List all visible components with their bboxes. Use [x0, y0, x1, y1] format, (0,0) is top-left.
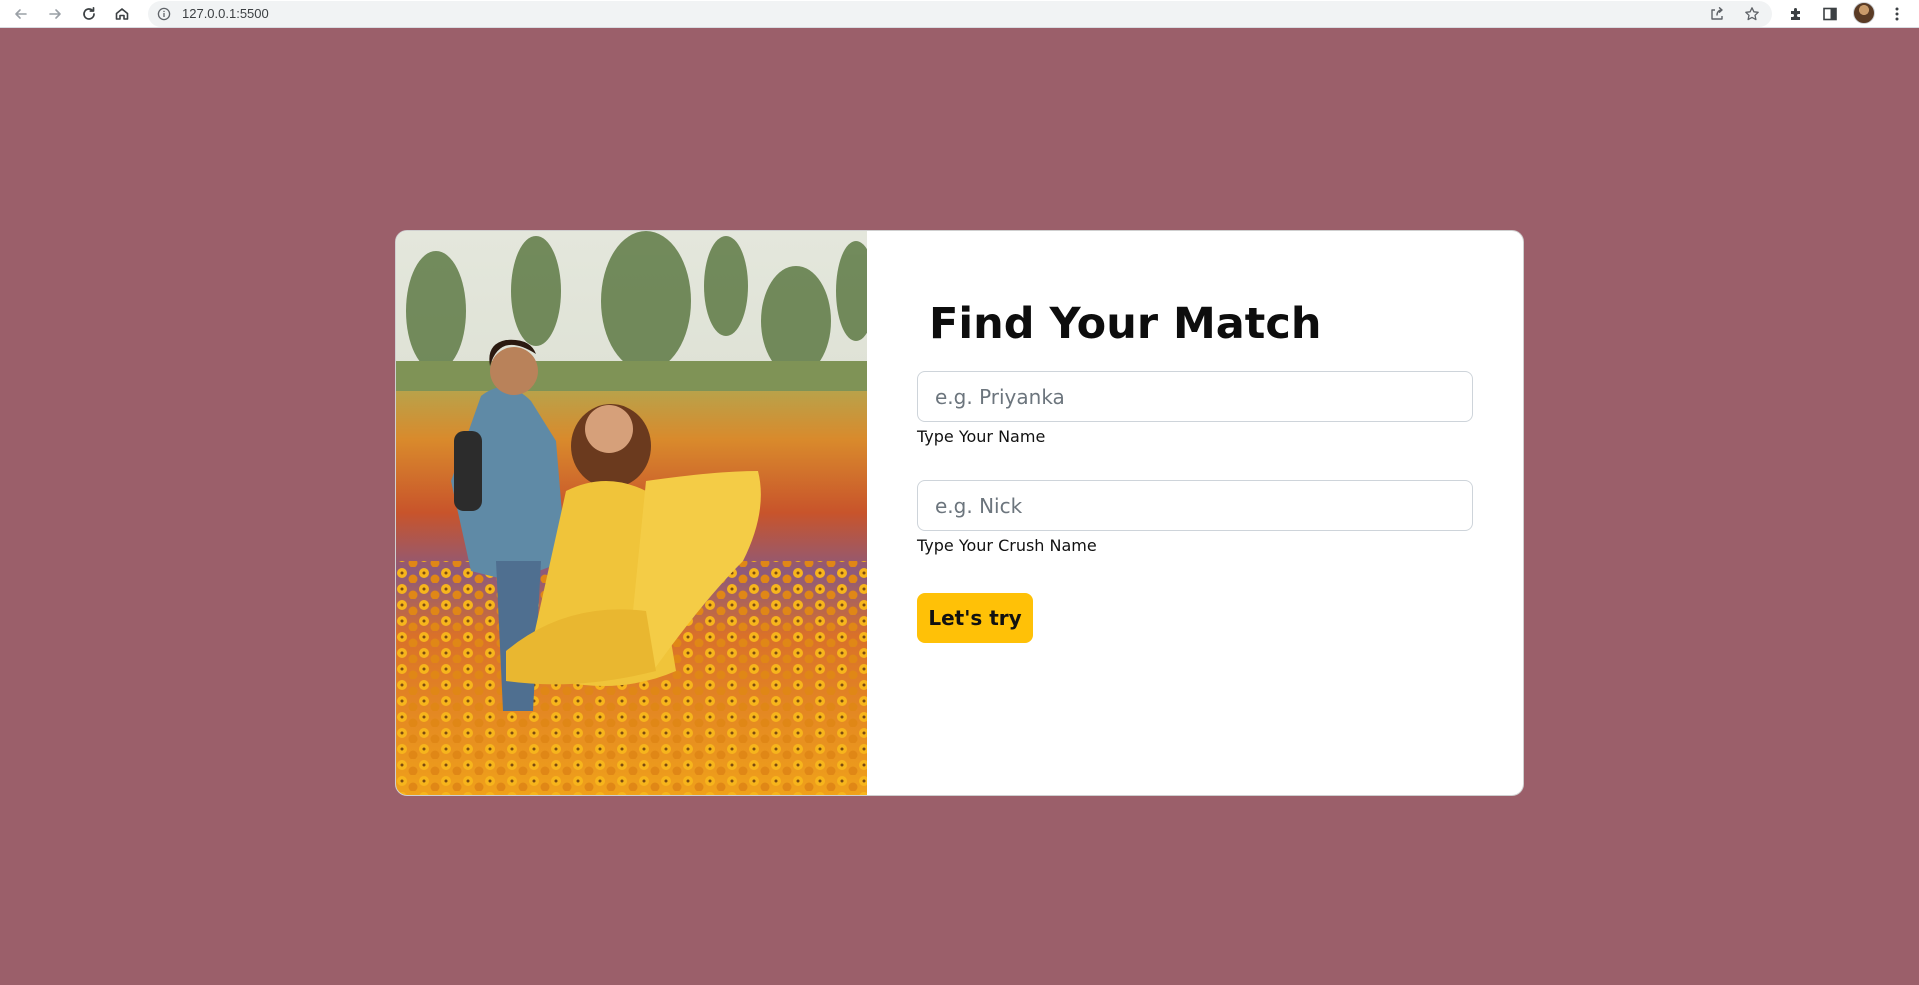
- name-input[interactable]: [917, 371, 1473, 422]
- couple-photo: [396, 231, 867, 795]
- bookmark-star-icon[interactable]: [1744, 6, 1760, 22]
- browser-toolbar: 127.0.0.1:5500: [0, 0, 1919, 28]
- reload-button[interactable]: [78, 3, 100, 25]
- url-text[interactable]: 127.0.0.1:5500: [182, 6, 269, 21]
- reload-icon: [83, 6, 95, 20]
- crush-name-hint-label: Type Your Crush Name: [917, 536, 1097, 555]
- forward-icon: [49, 9, 61, 19]
- address-bar[interactable]: 127.0.0.1:5500: [148, 1, 1772, 27]
- back-icon: [15, 9, 27, 19]
- back-button[interactable]: [10, 3, 32, 25]
- profile-avatar[interactable]: [1853, 2, 1875, 24]
- match-card: Find Your Match Type Your Name Type Your…: [395, 230, 1524, 796]
- home-icon: [115, 8, 129, 20]
- lets-try-button[interactable]: Let's try: [917, 593, 1033, 643]
- share-icon[interactable]: [1709, 6, 1725, 22]
- extensions-button[interactable]: [1785, 3, 1807, 25]
- crush-name-input[interactable]: [917, 480, 1473, 531]
- side-panel-button[interactable]: [1819, 3, 1841, 25]
- side-panel-icon: [1823, 7, 1837, 21]
- forward-button[interactable]: [44, 3, 66, 25]
- extensions-icon: [1791, 8, 1800, 20]
- page-title: Find Your Match: [929, 299, 1322, 349]
- home-button[interactable]: [111, 3, 133, 25]
- menu-button[interactable]: [1886, 3, 1908, 25]
- name-hint-label: Type Your Name: [917, 427, 1046, 446]
- photo-illustration: [396, 231, 867, 795]
- menu-icon: [1895, 7, 1899, 21]
- site-info-icon[interactable]: [157, 7, 171, 21]
- match-form: Find Your Match Type Your Name Type Your…: [867, 231, 1523, 795]
